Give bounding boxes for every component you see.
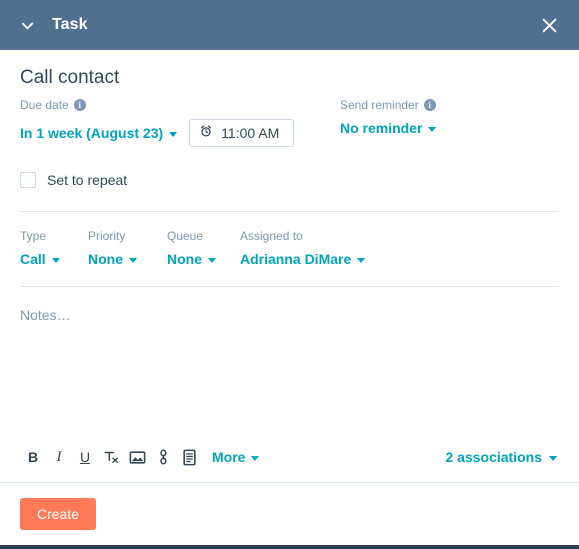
- task-properties-row: Type Call Priority None Queue None Assig…: [20, 212, 559, 286]
- modal-footer: Create: [0, 483, 579, 545]
- clear-formatting-button[interactable]: [98, 444, 124, 470]
- due-time-input[interactable]: 11:00 AM: [189, 119, 295, 147]
- bold-label: B: [27, 449, 39, 465]
- task-title-input[interactable]: [20, 67, 559, 89]
- associations-label: 2 associations: [445, 449, 543, 465]
- assigned-to-value: Adrianna DiMare: [240, 251, 352, 267]
- create-button[interactable]: Create: [20, 498, 97, 530]
- chevron-down-icon: [428, 126, 437, 132]
- bold-button[interactable]: B: [20, 444, 46, 470]
- associations-button[interactable]: 2 associations: [446, 449, 560, 465]
- reminder-label-row: Send reminder i: [340, 98, 436, 112]
- chevron-down-icon: [129, 257, 137, 263]
- notes-editor[interactable]: Notes…: [20, 287, 559, 436]
- link-icon[interactable]: [150, 444, 176, 470]
- queue-value: None: [167, 251, 202, 267]
- modal-header: Task: [0, 0, 579, 50]
- modal-body: Due date i In 1 week (August 23): [0, 50, 579, 482]
- more-formatting-button[interactable]: More: [212, 449, 260, 465]
- reminder-group: Send reminder i No reminder: [340, 98, 437, 147]
- page-title: Task: [52, 16, 88, 33]
- assigned-to-select[interactable]: Adrianna DiMare: [240, 250, 559, 268]
- property-priority: Priority None: [88, 229, 167, 268]
- set-to-repeat-label[interactable]: Set to repeat: [47, 172, 127, 188]
- more-label: More: [212, 449, 246, 465]
- property-assigned-to: Assigned to Adrianna DiMare: [240, 229, 559, 268]
- chevron-down-icon[interactable]: [16, 14, 38, 36]
- set-to-repeat-checkbox[interactable]: [20, 172, 36, 188]
- set-to-repeat-row: Set to repeat: [20, 172, 559, 188]
- image-icon[interactable]: [124, 444, 150, 470]
- chevron-down-icon: [208, 257, 216, 263]
- editor-toolbar: B I U More 2 associations: [20, 436, 559, 482]
- queue-select[interactable]: None: [167, 250, 240, 268]
- priority-select[interactable]: None: [88, 250, 167, 268]
- type-value: Call: [20, 251, 46, 267]
- property-type: Type Call: [20, 229, 88, 268]
- underline-label: U: [79, 449, 91, 465]
- due-date-value: In 1 week (August 23): [20, 125, 164, 141]
- underline-button[interactable]: U: [72, 444, 98, 470]
- reminder-value: No reminder: [340, 120, 423, 136]
- due-date-controls: In 1 week (August 23) 11:00 AM: [20, 119, 340, 147]
- type-label: Type: [20, 229, 47, 243]
- close-icon[interactable]: [537, 13, 561, 37]
- chevron-down-icon: [169, 131, 178, 137]
- chevron-down-icon: [549, 455, 557, 461]
- queue-label: Queue: [167, 229, 204, 243]
- reminder-select[interactable]: No reminder: [340, 119, 437, 137]
- document-template-icon[interactable]: [176, 444, 202, 470]
- chevron-down-icon: [51, 257, 60, 263]
- info-icon[interactable]: i: [423, 99, 436, 111]
- alarm-clock-icon: [199, 124, 213, 143]
- reminder-label: Send reminder: [340, 98, 419, 112]
- italic-label: I: [56, 448, 62, 465]
- task-modal: Task Due date i In 1 week (August 23): [0, 0, 579, 549]
- notes-placeholder: Notes…: [20, 307, 71, 323]
- due-date-label-row: Due date i: [20, 98, 340, 112]
- type-select[interactable]: Call: [20, 250, 88, 268]
- bottom-strip: [0, 545, 579, 549]
- due-time-value: 11:00 AM: [221, 125, 280, 141]
- chevron-down-icon: [251, 455, 260, 461]
- task-title-row: [20, 50, 559, 89]
- priority-value: None: [88, 251, 123, 267]
- due-date-label: Due date: [20, 98, 69, 112]
- due-date-group: Due date i In 1 week (August 23) 11:00 A…: [20, 98, 340, 147]
- assigned-to-label: Assigned to: [240, 229, 303, 243]
- info-icon[interactable]: i: [73, 99, 86, 111]
- due-date-row: Due date i In 1 week (August 23) 11:00 A…: [20, 98, 559, 147]
- due-date-select[interactable]: In 1 week (August 23): [20, 124, 178, 142]
- chevron-down-icon: [357, 257, 366, 263]
- priority-label: Priority: [88, 229, 126, 243]
- property-queue: Queue None: [167, 229, 240, 268]
- italic-button[interactable]: I: [46, 444, 72, 470]
